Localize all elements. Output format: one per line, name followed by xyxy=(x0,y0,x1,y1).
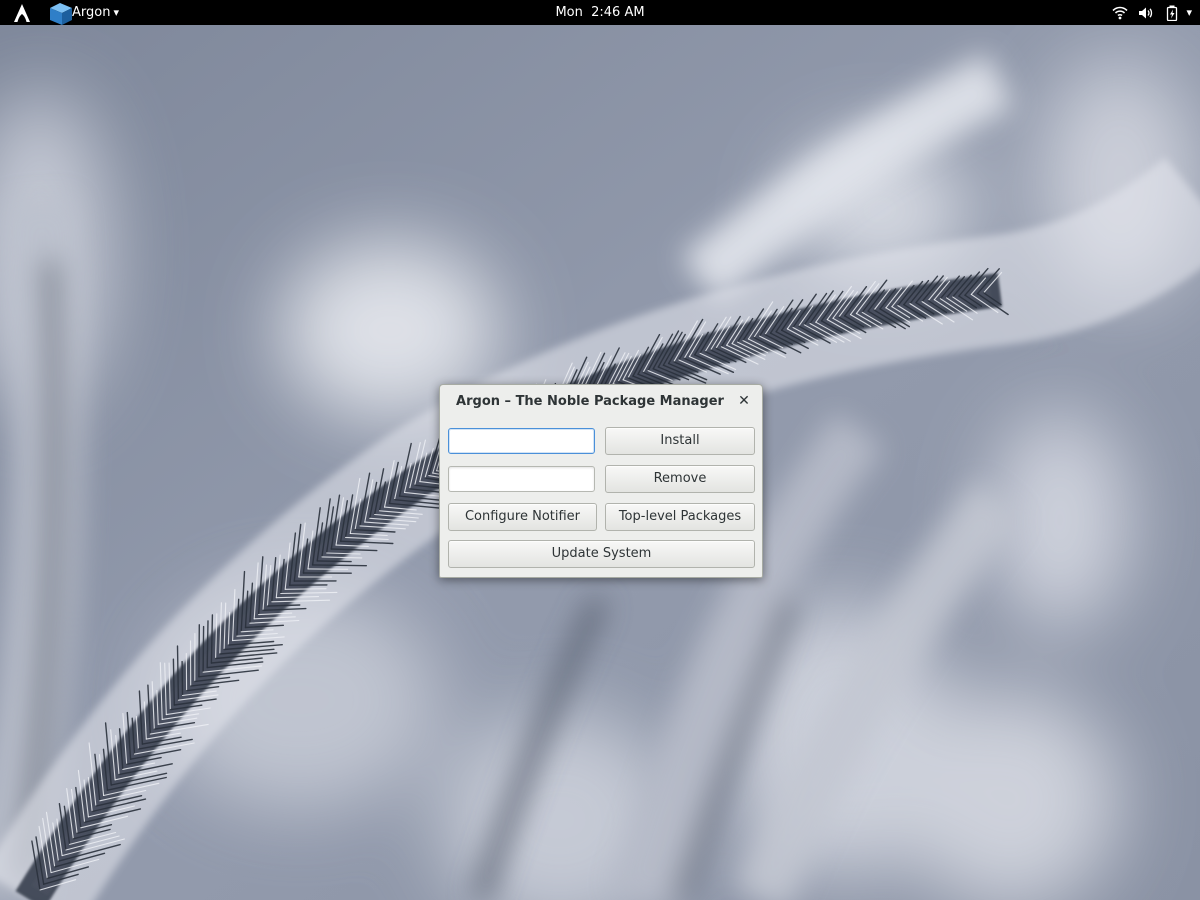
argon-dialog: Argon – The Noble Package Manager ✕ Inst… xyxy=(439,384,763,578)
clock: Mon 2:46 AM xyxy=(0,0,1200,25)
dialog-titlebar[interactable]: Argon – The Noble Package Manager ✕ xyxy=(440,385,762,421)
install-package-input[interactable] xyxy=(448,428,595,454)
status-menu[interactable]: ▾ xyxy=(1112,0,1192,25)
clock-day: Mon xyxy=(555,5,583,20)
app-menu[interactable]: Argon ▾ xyxy=(48,0,119,25)
top-bar: Argon ▾ Mon 2:46 AM ▾ xyxy=(0,0,1200,25)
dialog-title: Argon – The Noble Package Manager xyxy=(456,394,724,409)
chevron-down-icon: ▾ xyxy=(113,6,119,19)
app-menu-label: Argon xyxy=(72,5,111,20)
install-button[interactable]: Install xyxy=(605,427,755,455)
remove-button[interactable]: Remove xyxy=(605,465,755,493)
clock-button[interactable]: Mon 2:46 AM xyxy=(555,5,644,20)
arch-logo-icon[interactable] xyxy=(12,3,32,23)
remove-package-input[interactable] xyxy=(448,466,595,492)
update-system-button[interactable]: Update System xyxy=(448,540,755,568)
desktop: Argon ▾ Mon 2:46 AM ▾ Argon – The Noble … xyxy=(0,0,1200,900)
close-icon[interactable]: ✕ xyxy=(736,393,752,409)
clock-time: 2:46 AM xyxy=(591,5,645,20)
volume-icon xyxy=(1138,5,1154,21)
chevron-down-icon: ▾ xyxy=(1186,6,1192,19)
top-level-packages-button[interactable]: Top-level Packages xyxy=(605,503,755,531)
package-box-icon xyxy=(48,1,72,25)
configure-notifier-button[interactable]: Configure Notifier xyxy=(448,503,597,531)
battery-icon xyxy=(1164,5,1180,21)
wifi-icon xyxy=(1112,5,1129,21)
